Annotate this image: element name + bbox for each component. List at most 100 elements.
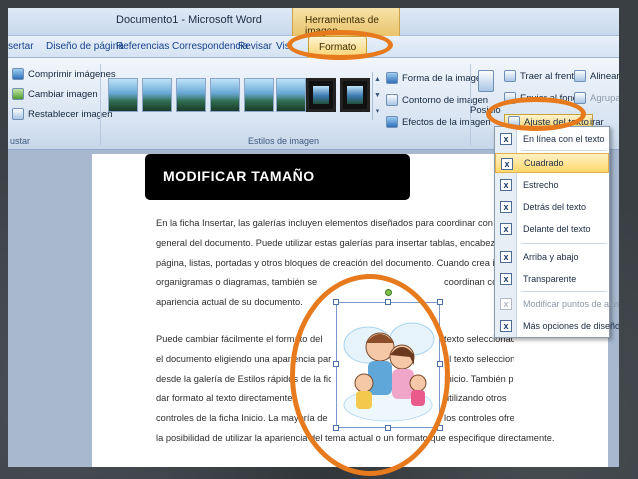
text-line: Inicio. También puede — [444, 373, 514, 384]
resize-handle[interactable] — [437, 425, 443, 431]
tab-revisar[interactable]: Revisar — [238, 41, 272, 52]
text-line: página, listas, portadas y otros bloques… — [156, 257, 501, 268]
picture-style-thumb[interactable] — [108, 78, 138, 112]
change-picture-label: Cambiar imagen — [28, 88, 98, 100]
group-separator — [100, 64, 101, 146]
picture-style-thumb-selected[interactable] — [306, 78, 336, 112]
tab-vista[interactable]: Vist — [276, 41, 293, 52]
title-bar: Documento1 - Microsoft Word Herramientas… — [8, 8, 619, 37]
group-icon — [574, 92, 586, 104]
change-picture-icon — [12, 88, 24, 100]
reset-icon — [12, 108, 24, 120]
picture-shape-button[interactable]: Forma de la imagen — [386, 70, 486, 86]
position-label[interactable]: Posició — [470, 102, 501, 118]
menu-divider — [521, 291, 607, 292]
reset-picture-button[interactable]: Restablecer imagen — [12, 106, 113, 122]
text-line: el texto seleccionado — [444, 353, 514, 364]
picture-style-thumb[interactable] — [276, 78, 306, 112]
wrap-behind-icon: x — [500, 201, 512, 213]
shape-icon — [386, 72, 398, 84]
menu-item-arriba-abajo[interactable]: x Arriba y abajo — [495, 247, 609, 267]
picture-style-thumb[interactable] — [340, 78, 370, 112]
rotate-handle[interactable] — [385, 289, 392, 296]
text-line: los controles ofrecen — [444, 413, 514, 424]
wrap-top-bottom-icon: x — [500, 251, 512, 263]
text-line: desde la galería de Estilos rápidos de l… — [156, 373, 331, 384]
text-line: utilizando otros — [444, 393, 507, 404]
picture-style-thumb[interactable] — [176, 78, 206, 112]
contextual-tab-picture-tools: Herramientas de imagen — [292, 8, 400, 37]
more-layout-icon: x — [500, 320, 512, 332]
wrap-text-menu: x En línea con el texto x Cuadrado x Est… — [494, 126, 619, 338]
contextual-tab-label: Herramientas de imagen — [305, 15, 379, 37]
align-icon — [574, 70, 586, 82]
menu-item-label: En línea con el texto — [523, 134, 605, 144]
resize-handle[interactable] — [385, 425, 391, 431]
picture-style-thumb[interactable] — [142, 78, 172, 112]
text-line: el documento eligiendo una apariencia pa… — [156, 353, 331, 364]
text-line: apariencia actual de su documento. — [156, 297, 303, 308]
paragraph-1: En la ficha Insertar, las galerías inclu… — [156, 214, 501, 313]
family-clipart — [343, 322, 435, 422]
align-button[interactable]: Alinear — [574, 68, 619, 84]
picture-style-thumb[interactable] — [244, 78, 274, 112]
tab-formato[interactable]: Formato — [308, 36, 368, 58]
wrap-tight-icon: x — [500, 179, 512, 191]
menu-item-detras[interactable]: x Detrás del texto — [495, 197, 609, 217]
send-back-button[interactable]: Enviar al fondo — [504, 90, 583, 106]
picture-effects-label: Efectos de la imagen — [402, 116, 491, 128]
gallery-scroll[interactable]: ▲ ▼ ▾ — [372, 72, 382, 120]
tab-insertar[interactable]: sertar — [8, 41, 34, 52]
text-line: En la ficha Insertar, las galerías inclu… — [156, 218, 501, 228]
menu-divider — [521, 150, 607, 151]
bring-front-icon — [504, 70, 516, 82]
resize-handle[interactable] — [333, 425, 339, 431]
tab-correspondencia[interactable]: Correspondencia — [172, 41, 248, 52]
tab-referencias[interactable]: Referencias — [116, 41, 169, 52]
window-title: Documento1 - Microsoft Word — [116, 14, 262, 26]
send-back-icon — [504, 92, 516, 104]
word-window: Documento1 - Microsoft Word Herramientas… — [8, 8, 619, 467]
banner-text: MODIFICAR TAMAÑO — [163, 168, 315, 184]
styles-group-label: Estilos de imagen — [248, 136, 320, 146]
menu-item-label: Más opciones de diseño... — [523, 321, 619, 331]
more-icon[interactable]: ▾ — [373, 104, 382, 120]
picture-style-thumb[interactable] — [210, 78, 240, 112]
border-icon — [386, 94, 398, 106]
bring-front-button[interactable]: Traer al frente — [504, 68, 579, 84]
text-line: Puede cambiar fácilmente el formato del — [156, 334, 323, 344]
menu-item-estrecho[interactable]: x Estrecho — [495, 175, 609, 195]
change-picture-button[interactable]: Cambiar imagen — [12, 86, 98, 102]
chevron-down-icon[interactable]: ▼ — [373, 88, 382, 104]
text-line: la posibilidad de utilizar la apariencia… — [156, 432, 555, 443]
tab-diseno-pagina[interactable]: Diseño de página — [46, 41, 124, 52]
chevron-up-icon[interactable]: ▲ — [373, 72, 382, 88]
wrap-inline-icon: x — [500, 133, 512, 145]
paragraph-2-right: texto seleccionado en el texto seleccion… — [444, 330, 514, 429]
group-label: Agrupar — [590, 92, 619, 104]
menu-divider — [521, 243, 607, 244]
adjust-group-label: ustar — [10, 136, 31, 146]
menu-item-label: Cuadrado — [524, 158, 564, 168]
paragraph-2: Puede cambiar fácilmente el formato del … — [156, 330, 555, 449]
menu-item-label: Transparente — [523, 274, 577, 284]
position-icon[interactable] — [478, 70, 494, 92]
menu-item-delante[interactable]: x Delante del texto — [495, 219, 609, 239]
text-line: controles de la ficha Inicio. La mayoría… — [156, 413, 328, 424]
title-banner: MODIFICAR TAMAÑO — [145, 154, 410, 200]
menu-item-label: Estrecho — [523, 180, 559, 190]
menu-item-mas-opciones[interactable]: x Más opciones de diseño... — [495, 316, 619, 336]
menu-item-label: Arriba y abajo — [523, 252, 579, 262]
wrap-front-icon: x — [500, 223, 512, 235]
menu-item-transparente[interactable]: x Transparente — [495, 269, 609, 289]
picture-shape-label: Forma de la imagen — [402, 72, 487, 84]
ribbon-tabs: sertar Diseño de página Referencias Corr… — [8, 36, 619, 58]
selected-picture[interactable] — [333, 289, 443, 431]
text-line: dar formato al texto directamente — [156, 393, 293, 404]
menu-item-cuadrado[interactable]: x Cuadrado — [495, 153, 609, 173]
bring-front-label: Traer al frente — [520, 70, 580, 82]
menu-item-inline[interactable]: x En línea con el texto — [495, 129, 609, 149]
menu-item-modificar-puntos[interactable]: x Modificar puntos de ajuste — [495, 294, 619, 314]
group-button[interactable]: Agrupar — [574, 90, 619, 106]
edit-wrap-points-icon: x — [500, 298, 512, 310]
